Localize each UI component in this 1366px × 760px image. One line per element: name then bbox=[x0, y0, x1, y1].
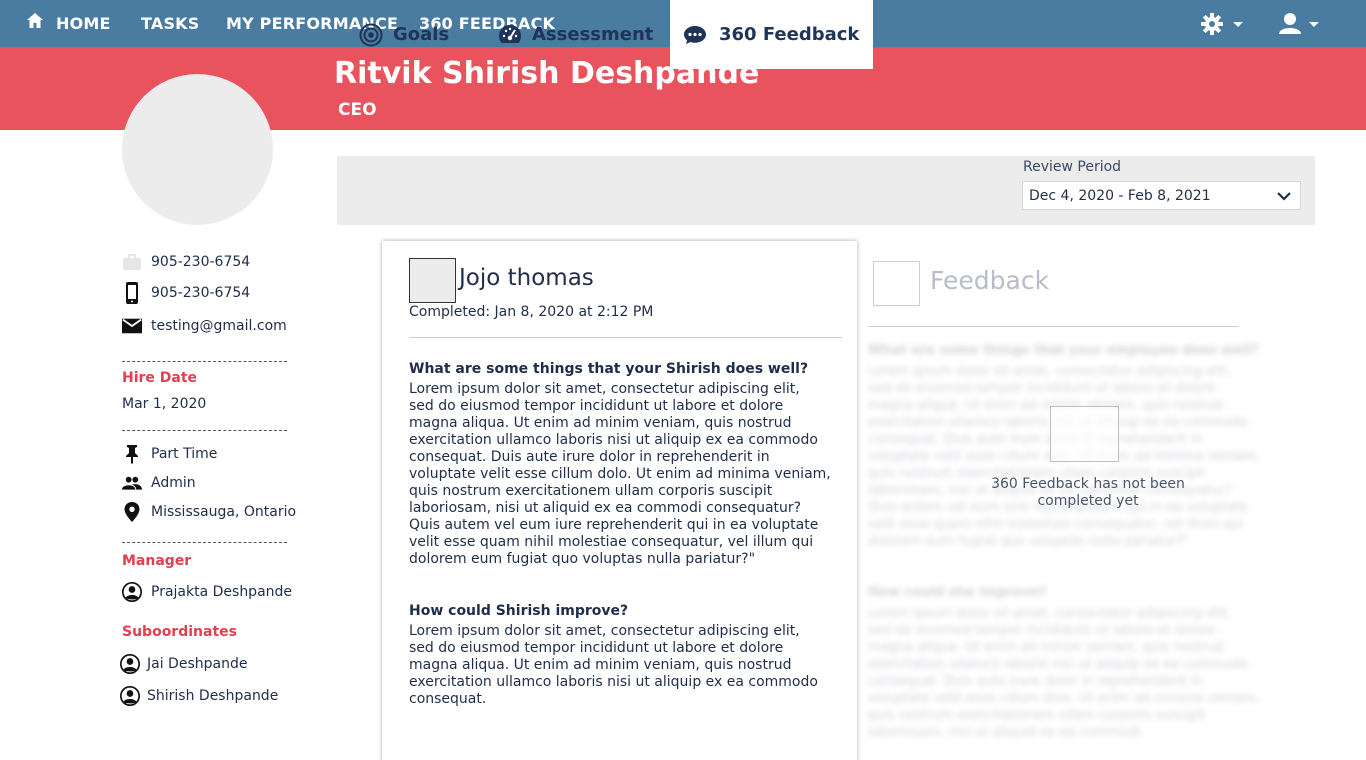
blurred-question: How could she improve? bbox=[868, 585, 1047, 600]
tab-goals-label: Goals bbox=[393, 24, 450, 45]
settings-menu[interactable] bbox=[1200, 11, 1248, 41]
email-row: testing@gmail.com bbox=[122, 316, 287, 336]
blurred-question: What are some things that your employee … bbox=[868, 343, 1259, 358]
review-period-select[interactable]: Dec 4, 2020 - Feb 8, 2021 bbox=[1022, 181, 1301, 210]
subordinates-label: Suboordinates bbox=[122, 624, 237, 640]
question-title: How could Shirish improve? bbox=[409, 603, 629, 619]
blurred-answer: Lorem ipsum dolor sit amet, consectetur … bbox=[868, 606, 1260, 740]
mobile-phone-icon bbox=[122, 282, 142, 304]
location-pin-icon bbox=[122, 502, 142, 522]
target-icon bbox=[359, 23, 383, 47]
email-text[interactable]: testing@gmail.com bbox=[151, 318, 287, 334]
chat-bubble-icon bbox=[683, 25, 707, 45]
hire-date-label: Hire Date bbox=[122, 370, 198, 386]
card-divider bbox=[409, 337, 842, 338]
subordinate-name[interactable]: Jai Deshpande bbox=[147, 656, 247, 672]
tab-assessment[interactable]: Assessment bbox=[498, 0, 658, 69]
employment-type-row: Part Time bbox=[122, 444, 217, 464]
empty-state-image bbox=[1050, 406, 1119, 462]
account-circle-icon bbox=[122, 582, 142, 602]
speedometer-icon bbox=[498, 24, 522, 46]
avatar bbox=[122, 74, 273, 225]
briefcase-icon bbox=[122, 252, 142, 272]
feedback-avatar bbox=[873, 261, 920, 306]
empty-state-message: 360 Feedback has not been completed yet bbox=[991, 476, 1185, 509]
reviewer-name: Jojo thomas bbox=[459, 265, 594, 291]
work-phone-row: 905-230-6754 bbox=[122, 252, 250, 272]
tab-360-feedback[interactable]: 360 Feedback bbox=[670, 0, 873, 69]
profile-title: CEO bbox=[338, 100, 377, 120]
tab-assessment-label: Assessment bbox=[532, 24, 654, 45]
location-text: Mississauga, Ontario bbox=[151, 504, 297, 520]
review-period-value: Dec 4, 2020 - Feb 8, 2021 bbox=[1029, 187, 1211, 204]
subordinate-item[interactable]: Jai Deshpande bbox=[120, 654, 247, 674]
chevron-down-icon bbox=[1276, 188, 1292, 208]
sidebar-divider bbox=[122, 542, 287, 543]
question-title: What are some things that your Shirish d… bbox=[409, 361, 809, 377]
feedback-title: Feedback bbox=[930, 266, 1050, 295]
subordinate-name[interactable]: Shirish Deshpande bbox=[147, 688, 278, 704]
review-period-label: Review Period bbox=[1023, 159, 1122, 175]
manager-name[interactable]: Prajakta Deshpande bbox=[151, 584, 292, 600]
subordinate-item[interactable]: Shirish Deshpande bbox=[120, 686, 278, 706]
location-row: Mississauga, Ontario bbox=[122, 502, 296, 522]
mobile-phone-text[interactable]: 905-230-6754 bbox=[151, 285, 250, 301]
people-icon bbox=[122, 473, 142, 493]
user-menu[interactable] bbox=[1278, 11, 1326, 41]
manager-label: Manager bbox=[122, 553, 192, 569]
user-icon bbox=[1279, 13, 1319, 34]
tab-goals[interactable]: Goals bbox=[359, 0, 459, 69]
nav-tasks[interactable]: TASKS bbox=[141, 14, 200, 33]
account-circle-icon bbox=[120, 654, 140, 674]
question-answer: Lorem ipsum dolor sit amet, consectetur … bbox=[409, 381, 831, 567]
reviewer-avatar bbox=[409, 258, 456, 303]
nav-home[interactable]: HOME bbox=[56, 14, 111, 33]
hire-date-value: Mar 1, 2020 bbox=[122, 396, 207, 412]
work-phone-text[interactable]: 905-230-6754 bbox=[151, 254, 250, 270]
role-text: Admin bbox=[151, 475, 196, 491]
completed-timestamp: Completed: Jan 8, 2020 at 2:12 PM bbox=[409, 304, 654, 320]
manager-row[interactable]: Prajakta Deshpande bbox=[122, 582, 292, 602]
feedback-divider bbox=[868, 326, 1239, 327]
role-row: Admin bbox=[122, 473, 196, 493]
mobile-phone-row: 905-230-6754 bbox=[122, 282, 250, 304]
account-circle-icon bbox=[120, 686, 140, 706]
feedback-card: Jojo thomas Completed: Jan 8, 2020 at 2:… bbox=[382, 241, 857, 760]
pushpin-icon bbox=[122, 444, 142, 464]
question-answer: Lorem ipsum dolor sit amet, consectetur … bbox=[409, 623, 818, 707]
tab-360-feedback-label: 360 Feedback bbox=[719, 24, 860, 45]
employment-type-text: Part Time bbox=[151, 446, 218, 462]
sidebar-divider bbox=[122, 361, 287, 362]
envelope-icon bbox=[122, 316, 142, 336]
gear-icon bbox=[1201, 13, 1243, 35]
sidebar-divider bbox=[122, 430, 287, 431]
home-icon[interactable] bbox=[25, 11, 45, 31]
